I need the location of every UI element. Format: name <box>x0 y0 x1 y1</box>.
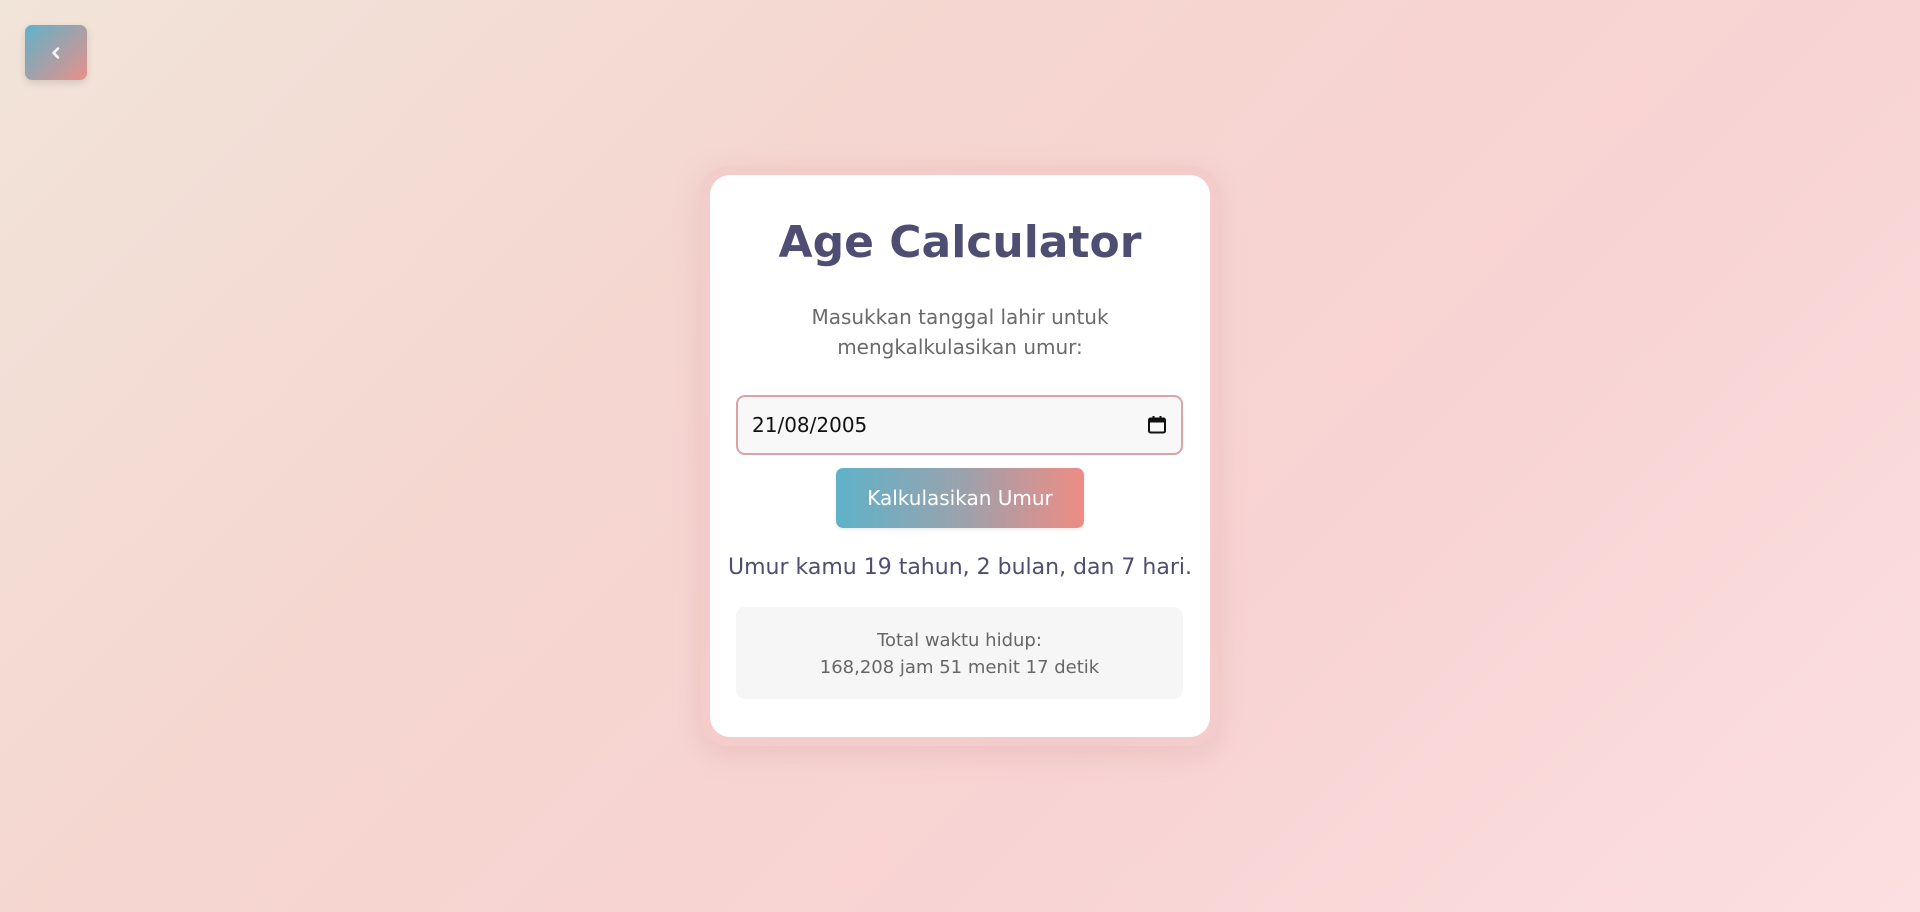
calendar-icon[interactable] <box>1147 415 1167 435</box>
total-lifetime-value: 168,208 jam 51 menit 17 detik <box>819 657 1100 678</box>
page-title: Age Calculator <box>778 217 1142 268</box>
age-result-text: Umur kamu 19 tahun, 2 bulan, dan 7 hari. <box>728 555 1192 580</box>
chevron-left-icon <box>49 46 63 60</box>
birthdate-input[interactable]: 21/08/2005 <box>736 395 1183 455</box>
total-lifetime-label: Total waktu hidup: <box>877 630 1042 651</box>
back-button[interactable] <box>25 25 87 80</box>
birthdate-value: 21/08/2005 <box>752 413 868 437</box>
instruction-text: Masukkan tanggal lahir untuk mengkalkula… <box>811 305 1109 359</box>
age-calculator-card: Age Calculator Masukkan tanggal lahir un… <box>710 175 1210 737</box>
total-lifetime-box: Total waktu hidup: 168,208 jam 51 menit … <box>736 607 1183 699</box>
calculate-age-button[interactable]: Kalkulasikan Umur <box>836 468 1084 528</box>
